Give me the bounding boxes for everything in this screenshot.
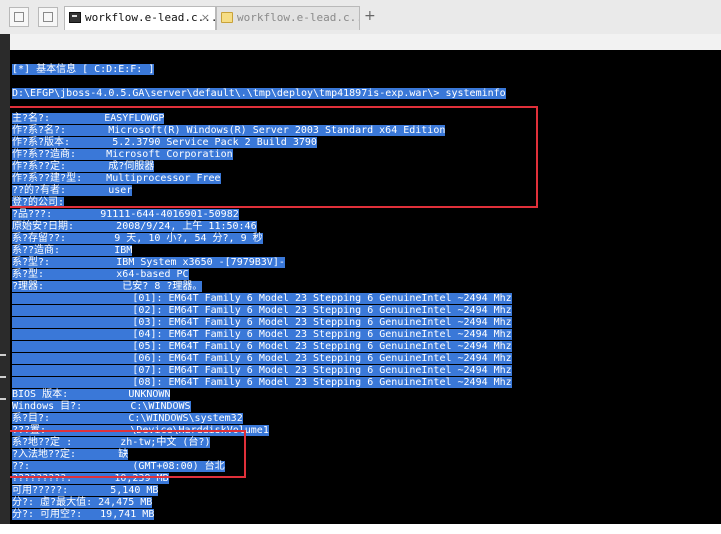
console-line: 系?型?: IBM System x3650 -[7979B3V]- [12, 257, 285, 268]
console-top-band [10, 34, 721, 50]
console-line: 作?系?版本: 5.2.3790 Service Pack 2 Build 37… [12, 137, 317, 148]
console-line: 作?系??造商: Microsoft Corporation [12, 149, 233, 160]
console-output[interactable]: [*] 基本信息 [ C:D:E:F: ] D:\EFGP\jboss-4.0.… [10, 34, 721, 524]
folder-icon [221, 12, 233, 23]
console-line: [08]: EM64T Family 6 Model 23 Stepping 6… [12, 377, 512, 388]
console-line: 系?存留??: 9 天, 10 小?, 54 分?, 9 秒 [12, 233, 263, 244]
console-line: 登?的公司: [12, 197, 65, 208]
console-line: [02]: EM64T Family 6 Model 23 Stepping 6… [12, 305, 512, 316]
console-line: 主?名?: EASYFLOWGP [12, 113, 165, 124]
console-line: ???置: \Device\HarddiskVolume1 [12, 425, 269, 436]
console-line: ??的?有者: user [12, 185, 133, 196]
console-line: D:\EFGP\jboss-4.0.5.GA\server\default\.\… [12, 88, 506, 99]
edge-mark [0, 398, 6, 400]
tab-list-icon [43, 12, 53, 22]
console-line: 可用?????: 5,140 MB [12, 485, 159, 496]
console-line: [01]: EM64T Family 6 Model 23 Stepping 6… [12, 293, 512, 304]
tab-title: workflow.e-lead.c... [85, 11, 216, 24]
console-line: ?入法地??定: 缺 [12, 449, 129, 460]
console-line: [04]: EM64T Family 6 Model 23 Stepping 6… [12, 329, 512, 340]
tab-workflow-terminal[interactable]: workflow.e-lead.c... × [64, 6, 216, 30]
console-line: 系?地??定 : zh-tw;中文 (台?) [12, 437, 211, 448]
new-tab-button[interactable]: + [364, 8, 376, 24]
terminal-icon [69, 12, 81, 23]
edge-mark [0, 376, 6, 378]
tab-list-button[interactable] [38, 7, 58, 27]
close-tab-icon[interactable]: × [201, 7, 210, 29]
console-line: [07]: EM64T Family 6 Model 23 Stepping 6… [12, 365, 512, 376]
console-line: ?品???: 91111-644-4016901-50982 [12, 209, 239, 220]
window-menu-button[interactable] [9, 7, 29, 27]
console-line: 系?型: x64-based PC [12, 269, 189, 280]
console-line: 系?目?: C:\WINDOWS\system32 [12, 413, 243, 424]
console-line: ?????????: 10,239 MB [12, 473, 169, 484]
tab-workflow-folder[interactable]: workflow.e-lead.c... [216, 6, 360, 30]
console-line: 分?: 虛?最大值: 24,475 MB [12, 497, 153, 508]
console-line: BIOS 版本: UNKNOWN [12, 389, 171, 400]
console-line: ?理器: 已安? 8 ?理器。 [12, 281, 203, 292]
console-line: [03]: EM64T Family 6 Model 23 Stepping 6… [12, 317, 512, 328]
console-line: [06]: EM64T Family 6 Model 23 Stepping 6… [12, 353, 512, 364]
browser-tab-strip: workflow.e-lead.c... × workflow.e-lead.c… [0, 0, 721, 35]
console-line: 作?系??定: 成?伺服器 [12, 161, 155, 172]
console-line: 作?系??建?型: Multiprocessor Free [12, 173, 221, 184]
console-line: ??: (GMT+08:00) 台北 [12, 461, 225, 472]
console-line: Windows 目?: C:\WINDOWS [12, 401, 191, 412]
console-line: [05]: EM64T Family 6 Model 23 Stepping 6… [12, 341, 512, 352]
console-line: 作?系?名?: Microsoft(R) Windows(R) Server 2… [12, 125, 446, 136]
background-window-edge [0, 34, 10, 534]
edge-mark [0, 354, 6, 356]
console-line: 系??造商: IBM [12, 245, 133, 256]
console-line: 分?: 可用空?: 19,741 MB [12, 509, 155, 520]
page-bottom-margin [0, 524, 721, 534]
tab-title: workflow.e-lead.c... [237, 11, 360, 24]
console-line: [*] 基本信息 [ C:D:E:F: ] [12, 64, 155, 75]
console-line: 原始安?日期: 2008/9/24, 上午 11:50:46 [12, 221, 257, 232]
window-icon [14, 12, 24, 22]
